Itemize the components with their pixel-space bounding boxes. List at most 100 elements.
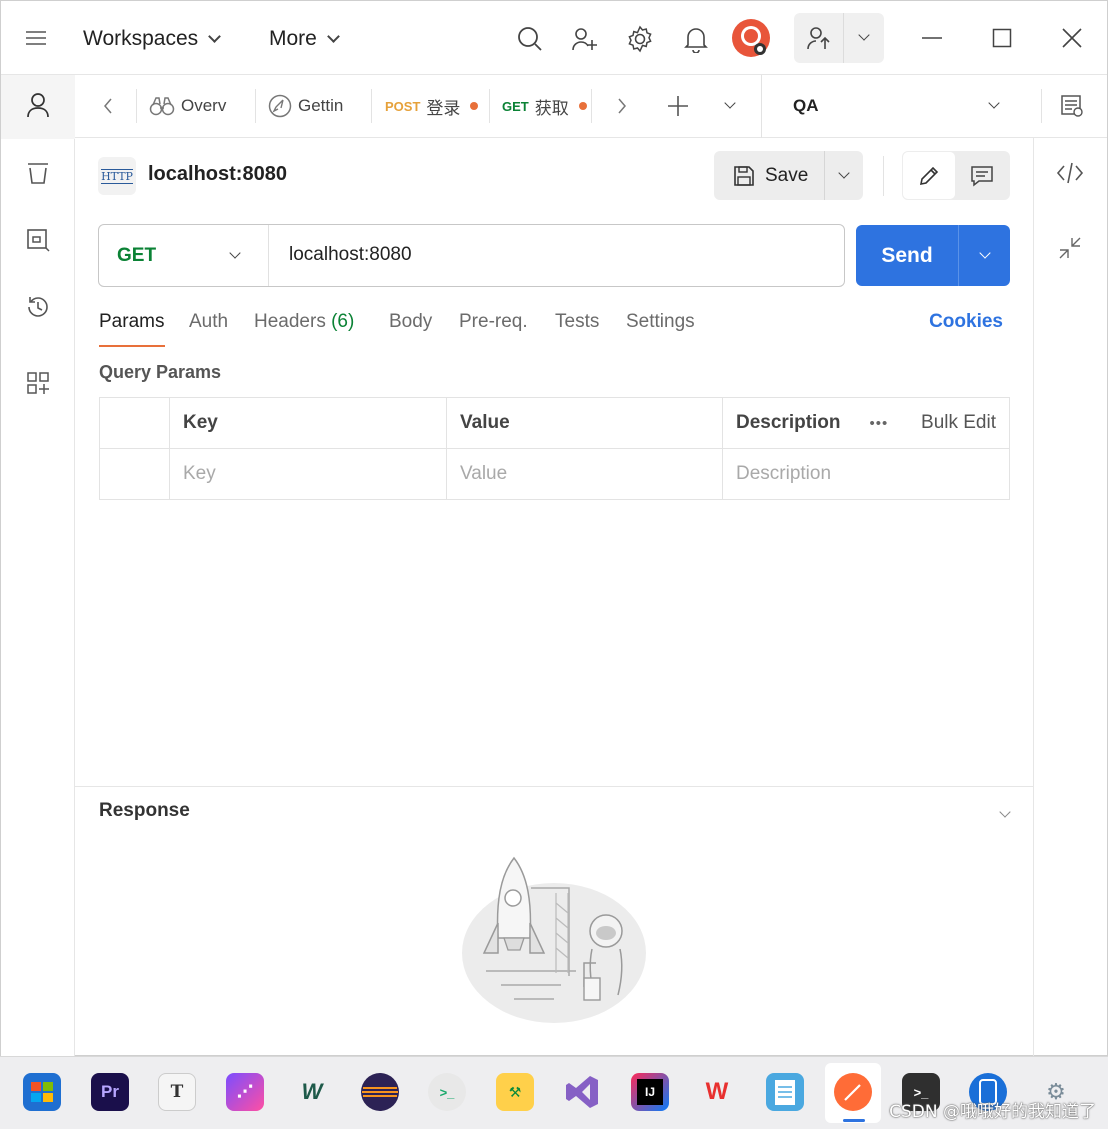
description-input[interactable]: Description [722, 448, 1010, 500]
bulk-edit-cell: ••• Bulk Edit [856, 397, 1010, 449]
request-title: localhost:8080 [148, 163, 287, 185]
more-label: More [269, 27, 317, 50]
response-divider[interactable] [75, 786, 1033, 787]
scroll-tabs-right-icon[interactable] [609, 75, 635, 137]
edit-pencil-icon[interactable] [903, 152, 955, 199]
left-sidebar [1, 75, 75, 1057]
save-label: Save [765, 164, 809, 186]
code-snippet-icon[interactable] [1056, 160, 1084, 191]
tab-divider [591, 89, 592, 123]
maximize-window-icon[interactable] [985, 23, 1019, 53]
sidebar-item-environments[interactable] [1, 210, 75, 274]
tab-headers-label: Headers [254, 311, 326, 332]
tab-auth[interactable]: Auth [189, 311, 228, 333]
close-window-icon[interactable] [1055, 23, 1089, 53]
save-button[interactable]: Save [714, 151, 825, 200]
cookies-link[interactable]: Cookies [929, 311, 1003, 333]
invite-user-icon[interactable] [568, 22, 602, 56]
workspaces-menu[interactable]: Workspaces [83, 21, 222, 57]
environment-name: QA [793, 96, 819, 115]
bulk-edit-button[interactable]: Bulk Edit [921, 412, 996, 434]
history-clock-icon [25, 294, 51, 325]
send-button-group: Send [856, 225, 1010, 286]
settings-gear-icon[interactable] [623, 22, 657, 56]
tab-settings[interactable]: Settings [626, 311, 695, 333]
http-method-select[interactable]: GET [99, 225, 269, 286]
save-button-group: Save [714, 151, 863, 200]
tab-params[interactable]: Params [99, 311, 164, 333]
sidebar-item-account[interactable] [1, 75, 75, 139]
wechat-devtools-icon[interactable]: >_ [428, 1073, 466, 1111]
value-input[interactable]: Value [446, 448, 723, 500]
environment-quick-look-icon[interactable] [1057, 75, 1087, 137]
typora-icon[interactable]: T [158, 1073, 196, 1111]
tab-tests[interactable]: Tests [555, 311, 599, 333]
scroll-tabs-left-icon[interactable] [93, 75, 123, 137]
kaiten-app-icon[interactable]: ⋰ [226, 1073, 264, 1111]
more-menu[interactable]: More [269, 21, 340, 57]
active-tab-underline [99, 345, 165, 347]
new-tab-plus-icon[interactable] [663, 75, 693, 137]
toolbar-divider [883, 156, 884, 196]
more-options-icon[interactable]: ••• [870, 415, 889, 432]
hamburger-menu-icon[interactable] [21, 23, 51, 53]
eclipse-icon[interactable] [361, 1073, 399, 1111]
app-manager-icon[interactable]: ⚒ [496, 1073, 534, 1111]
tab-get-request[interactable]: GET 获取 [502, 75, 592, 137]
tab-divider [136, 89, 137, 123]
sync-status-button[interactable] [794, 13, 884, 63]
save-options-chevron-icon[interactable] [825, 166, 863, 179]
user-avatar[interactable] [731, 18, 771, 58]
csdn-watermark: CSDN @哦哦好的我知道了 [889, 1102, 1096, 1122]
collapse-response-chevron-icon[interactable] [999, 803, 1011, 821]
request-config-tabs: Params Auth Headers (6) Body Pre-req. Te… [99, 311, 1009, 351]
premiere-pro-icon[interactable]: Pr [91, 1073, 129, 1111]
tab-divider [255, 89, 256, 123]
tab-list-chevron-icon[interactable] [717, 75, 743, 137]
url-input[interactable]: localhost:8080 [289, 244, 412, 266]
column-description: Description [722, 397, 857, 449]
tab-divider [489, 89, 490, 123]
environment-selector[interactable]: QA [762, 75, 1012, 137]
response-title: Response [99, 800, 190, 821]
comments-icon[interactable] [955, 165, 1009, 187]
notifications-bell-icon[interactable] [679, 22, 713, 56]
chevron-down-icon [208, 29, 222, 43]
active-app-indicator [843, 1119, 865, 1122]
add-widget-icon [26, 371, 50, 400]
http-method-value: GET [117, 244, 157, 266]
notepad-icon[interactable] [766, 1073, 804, 1111]
tab-login-request[interactable]: POST 登录 [385, 75, 481, 137]
sidebar-item-apis[interactable] [1, 353, 75, 417]
search-icon[interactable] [513, 22, 547, 56]
tab-overview[interactable]: Overv [149, 75, 254, 137]
chevron-down-icon [988, 97, 1000, 109]
edit-comment-group [902, 151, 1010, 200]
trash-bin-icon [26, 161, 50, 190]
sidebar-item-history[interactable] [1, 277, 75, 341]
send-options-chevron-icon[interactable] [959, 225, 1010, 286]
postman-window: Workspaces More Overv Gettin POST 登录 GET… [0, 0, 1108, 1057]
tab-pre-request-script[interactable]: Pre-req. [459, 311, 528, 333]
visual-studio-icon[interactable] [563, 1073, 601, 1111]
postman-icon[interactable] [834, 1073, 872, 1111]
tab-label: Overv [181, 96, 227, 115]
tab-getting-started[interactable]: Gettin [268, 75, 358, 137]
request-tab-strip: Overv Gettin POST 登录 GET 获取 QA [75, 75, 1107, 138]
intellij-idea-icon[interactable]: IJ [631, 1073, 669, 1111]
tab-label: 获取 [534, 98, 569, 118]
row-checkbox [99, 448, 170, 500]
send-button[interactable]: Send [856, 225, 959, 286]
chevron-down-icon [326, 29, 340, 43]
wps-office-icon[interactable]: W [698, 1073, 736, 1111]
microsoft-store-icon[interactable] [23, 1073, 61, 1111]
webstorm-like-icon[interactable]: W [293, 1073, 331, 1111]
key-input[interactable]: Key [169, 448, 447, 500]
astronaut-rocket-illustration [456, 853, 656, 1033]
sidebar-item-collections[interactable] [1, 143, 75, 207]
collapse-arrows-icon[interactable] [1059, 236, 1081, 265]
tab-headers[interactable]: Headers (6) [254, 311, 354, 333]
minimize-window-icon[interactable] [915, 23, 949, 53]
table-header-row: Key Value Description ••• Bulk Edit [99, 397, 1010, 449]
tab-body[interactable]: Body [389, 311, 432, 333]
